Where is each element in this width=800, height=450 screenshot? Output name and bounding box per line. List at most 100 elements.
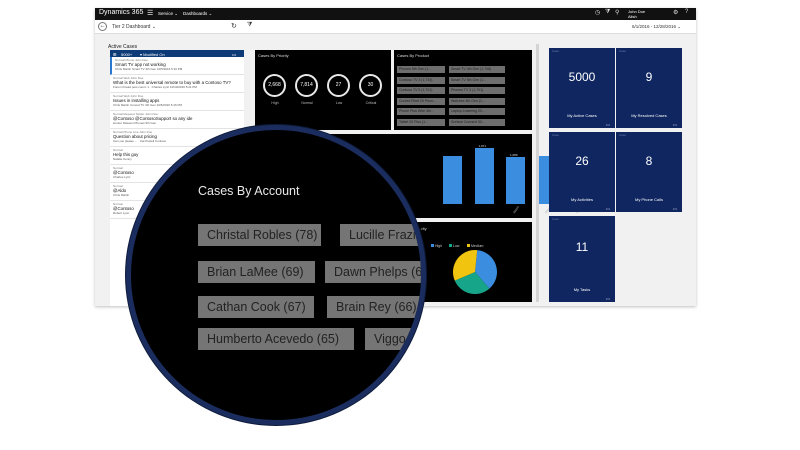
date-range-selector[interactable]: 6/1/2016 - 12/28/2016 ⌄ bbox=[632, 24, 681, 30]
dashboard-toolbar: ← Tier 2 Dashboard ⌄ ↻ ⧩ 6/1/2016 - 12/2… bbox=[95, 20, 696, 34]
nav-service[interactable]: Service ⌄ bbox=[158, 11, 178, 17]
account-tag[interactable]: Viggo bbox=[365, 328, 421, 350]
active-cases-header: ⛃ 5000+ ▾ Modified On ••• bbox=[110, 50, 244, 57]
tile-type-label: Case bbox=[619, 49, 627, 53]
product-tag[interactable]: Contoso TV 5 (1,701) bbox=[397, 87, 445, 94]
product-tag[interactable]: Laptop Lowering 20... bbox=[449, 108, 505, 115]
account-tag[interactable]: Cathan Cook (67) bbox=[198, 296, 314, 318]
cases-by-product-panel: Cases By Product Phones 5th Gen (1... Sma… bbox=[394, 50, 532, 130]
bar-chart-bar[interactable] bbox=[443, 156, 462, 204]
priority-ring-label: Normal bbox=[301, 101, 313, 105]
clock-icon[interactable]: ◷ bbox=[595, 9, 600, 16]
bar-chart-bar[interactable] bbox=[474, 148, 494, 204]
cases-by-product-title: Cases By Product bbox=[397, 53, 430, 58]
active-cases-count: 5000+ bbox=[121, 51, 133, 57]
account-tag[interactable]: Brian LaMee (69) bbox=[198, 261, 315, 283]
user-profile[interactable]: John Doe Alish bbox=[628, 9, 645, 19]
tile-label: My Activities bbox=[570, 197, 593, 202]
user-org: Alish bbox=[628, 14, 637, 19]
pie-chart bbox=[453, 250, 497, 294]
tile-count: 11 bbox=[575, 240, 589, 255]
magnifier-lens: Cases By Account Christal Robles (78) Luc… bbox=[126, 125, 426, 425]
case-customer: Chris Martin Curved TV 4th Gen 10/5/2016… bbox=[113, 103, 182, 107]
case-list-item[interactable]: Normal Web John Doe Issues in installing … bbox=[110, 93, 244, 111]
filter-toggle-icon[interactable]: ⧩ bbox=[247, 22, 252, 29]
product-tag[interactable]: Watches 4th Gen (1... bbox=[449, 97, 505, 105]
priority-ring-label: Critical bbox=[365, 101, 377, 105]
product-tag[interactable]: Tablet 20 Plus (1... bbox=[397, 118, 445, 126]
priority-ring[interactable]: 2,668 bbox=[263, 74, 286, 97]
app-launcher-icon[interactable]: ☰ bbox=[147, 9, 153, 17]
cases-by-priority-panel: Cases By Priority 2,668 High 7,814 Normal 27… bbox=[255, 50, 391, 130]
case-list-item[interactable]: Normal Request Twitter John Doe @Contoso … bbox=[110, 111, 244, 129]
back-icon[interactable]: ← bbox=[98, 22, 107, 31]
refresh-icon[interactable]: ↻ bbox=[231, 22, 237, 30]
bar-chart-bar[interactable] bbox=[506, 156, 525, 204]
filter-icon[interactable]: ⧩ bbox=[605, 9, 610, 16]
product-tag[interactable]: Surface Connect 30... bbox=[449, 118, 505, 126]
stream-menu-icon[interactable]: ••• bbox=[232, 52, 236, 57]
account-tag[interactable]: Humberto Acevedo (65) bbox=[198, 328, 354, 350]
tile-type-label: Case bbox=[552, 133, 560, 137]
pie-legend-swatch bbox=[431, 244, 434, 247]
tile-my-phone-calls[interactable]: Case 8 My Phone Calls ••• bbox=[616, 132, 682, 212]
tile-label: My Tasks bbox=[573, 287, 591, 292]
bar-x-label: Watch bbox=[512, 205, 521, 215]
product-tag[interactable]: Smart TV 4th Gen (1,706) bbox=[449, 66, 505, 73]
bar-data-label: 1,971 bbox=[478, 144, 487, 149]
tile-type-label: Case bbox=[552, 217, 560, 221]
tile-my-tasks[interactable]: Case 11 My Tasks ••• bbox=[549, 216, 615, 302]
account-tag[interactable]: Lucille Frazier bbox=[340, 224, 421, 246]
tile-count: 9 bbox=[645, 70, 653, 85]
product-tag[interactable]: Contoso TV 3 (1,734) bbox=[397, 76, 445, 84]
search-icon[interactable]: ⚲ bbox=[615, 9, 619, 16]
case-list-item[interactable]: Normal Phone John Doe Smart TV app not wo… bbox=[110, 57, 244, 75]
tile-menu-icon[interactable]: ••• bbox=[606, 296, 610, 301]
cases-by-priority-title: Cases By Priority bbox=[258, 53, 289, 58]
case-list-item[interactable]: Normal Web John Doe What is the best univ… bbox=[110, 75, 244, 93]
tile-my-active-cases[interactable]: Case 5000 My Active Cases ••• bbox=[549, 48, 615, 128]
case-customer: Chris Martin Smart TV 4th Gen 10/5/2016 … bbox=[115, 67, 183, 71]
priority-ring[interactable]: 30 bbox=[359, 74, 382, 97]
priority-ring[interactable]: 27 bbox=[327, 74, 350, 97]
top-navigation-bar: Dynamics 365 ☰ Service ⌄ Dashboards ⌄ ◷ … bbox=[95, 8, 696, 20]
tile-label: My Phone Calls bbox=[634, 197, 663, 202]
priority-ring-label: Low bbox=[335, 101, 343, 105]
case-customer: Hunter Dawson Phones 5th Gen bbox=[113, 121, 157, 125]
app-brand[interactable]: Dynamics 365 bbox=[99, 9, 143, 16]
product-tag[interactable]: Phones TV 3 (1,701) bbox=[449, 87, 505, 94]
tile-menu-icon[interactable]: ••• bbox=[673, 122, 677, 127]
account-tag[interactable]: Christal Robles (78) bbox=[198, 224, 321, 246]
account-tag[interactable]: Brain Rey (66) bbox=[327, 296, 421, 318]
cases-by-account-title: Cases By Account bbox=[198, 184, 300, 198]
tile-count: 5000 bbox=[568, 70, 596, 85]
help-icon[interactable]: ? bbox=[685, 9, 688, 15]
tile-my-activities[interactable]: Case 26 My Activities ••• bbox=[549, 132, 615, 212]
tile-label: My Resolved Cases bbox=[631, 113, 667, 118]
account-tag[interactable]: Dawn Phelps (64) bbox=[325, 261, 421, 283]
pie-legend-label: High bbox=[435, 244, 443, 248]
priority-ring[interactable]: 7,814 bbox=[295, 74, 318, 97]
product-tag[interactable]: Smart TV 5th Gen (1... bbox=[449, 76, 505, 84]
sort-selector[interactable]: ▾ Modified On bbox=[140, 52, 165, 57]
case-customer: Forum thread post count: 1 · Charles Lyr… bbox=[113, 85, 197, 89]
stage: Dynamics 365 ☰ Service ⌄ Dashboards ⌄ ◷ … bbox=[0, 0, 800, 450]
dashboard-scrollbar[interactable] bbox=[536, 44, 539, 302]
product-tag[interactable]: Phone Plus Wire 4th... bbox=[397, 108, 445, 115]
settings-icon[interactable]: ⚙ bbox=[673, 9, 678, 16]
dashboard-selector[interactable]: Tier 2 Dashboard ⌄ bbox=[112, 24, 156, 30]
priority-ring-label: High bbox=[271, 101, 279, 105]
queue-icon[interactable]: ⛃ bbox=[113, 52, 116, 57]
tile-my-resolved-cases[interactable]: Case 9 My Resolved Cases ••• bbox=[616, 48, 682, 128]
product-tag[interactable]: Curved Fleet 20 Phon... bbox=[397, 97, 445, 105]
product-tag[interactable]: Phones 5th Gen (1... bbox=[397, 66, 445, 73]
pie-legend-item: High bbox=[431, 244, 442, 248]
bar-data-label: 1,686 bbox=[510, 152, 518, 157]
tile-label: My Active Cases bbox=[567, 113, 597, 118]
tile-menu-icon[interactable]: ••• bbox=[673, 206, 677, 211]
tile-menu-icon[interactable]: ••• bbox=[606, 206, 610, 211]
tile-type-label: Case bbox=[619, 133, 627, 137]
nav-dashboards[interactable]: Dashboards ⌄ bbox=[183, 11, 212, 17]
tile-count: 8 bbox=[645, 154, 653, 169]
tile-menu-icon[interactable]: ••• bbox=[606, 122, 610, 127]
